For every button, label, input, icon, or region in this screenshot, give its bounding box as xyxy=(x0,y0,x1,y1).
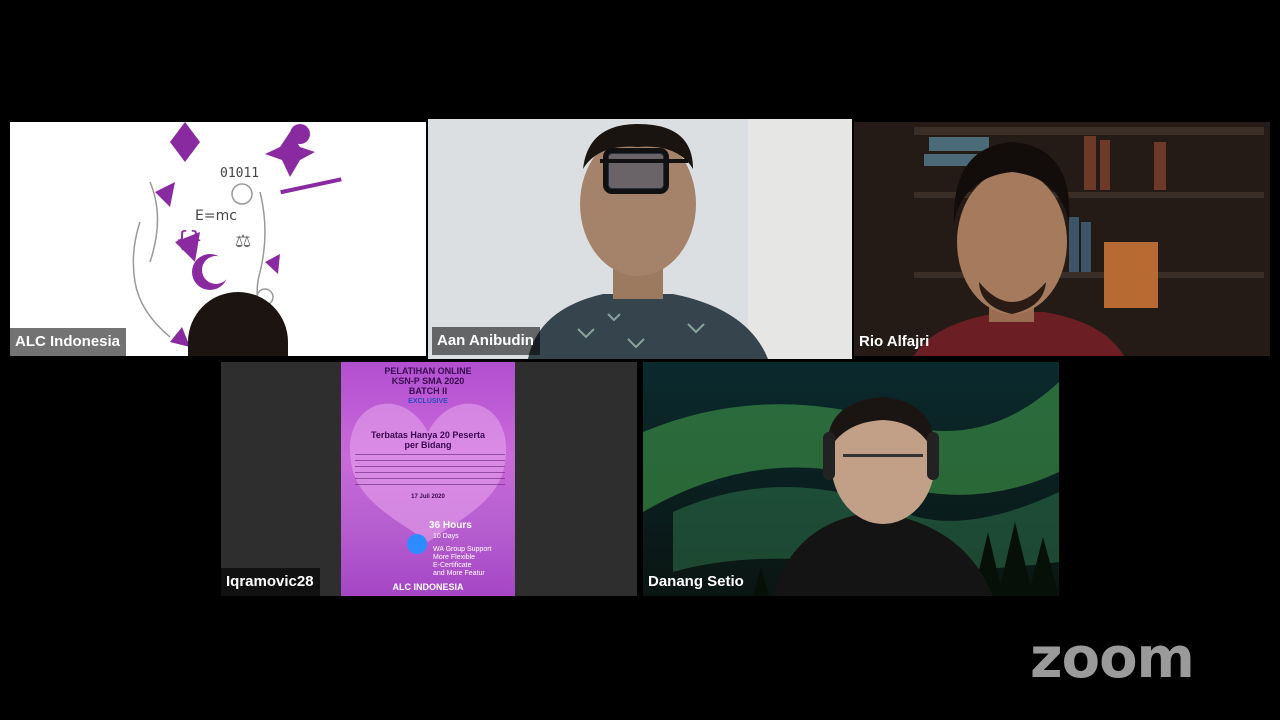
video-tile-aan-anibudin[interactable]: Aan Anibudin xyxy=(428,119,852,359)
poster-heart-shape xyxy=(349,403,507,542)
poster-feature-1: WA Group Support xyxy=(433,546,492,553)
poster-feature-3: E-Certificate xyxy=(433,562,472,569)
video-tile-alc-indonesia[interactable]: 01011 E=mc {} ⚖ ALC Indonesia xyxy=(10,122,426,356)
poster-title-2: KSN-P SMA 2020 xyxy=(391,376,465,386)
zoom-app-icon xyxy=(407,534,427,554)
poster-subtitle-2: per Bidang xyxy=(404,440,452,450)
participant-name-label: Rio Alfajri xyxy=(859,333,930,350)
svg-text:{}: {} xyxy=(175,228,203,253)
poster-hours: 36 Hours xyxy=(429,520,472,531)
poster-footer: ALC INDONESIA xyxy=(392,582,464,592)
zoom-logo: zoom xyxy=(1030,626,1195,691)
svg-text:⚖: ⚖ xyxy=(235,231,251,252)
participant-name-label: Iqramovic28 xyxy=(221,568,320,596)
exclusive-badge: EXCLUSIVE xyxy=(408,398,448,405)
aurora-background-feed xyxy=(643,362,1059,596)
poster-feature-2: More Flexible xyxy=(433,554,476,561)
svg-text:E=mc: E=mc xyxy=(195,208,237,224)
participant-video-feed xyxy=(428,119,852,359)
video-tile-danang-setio[interactable]: Danang Setio xyxy=(643,362,1059,596)
poster-title: PELATIHAN ONLINE xyxy=(384,366,472,376)
video-tile-iqramovic28[interactable]: PELATIHAN ONLINE KSN-P SMA 2020 BATCH II… xyxy=(221,362,637,596)
poster-subtitle: Terbatas Hanya 20 Peserta xyxy=(371,430,485,440)
participant-video-feed xyxy=(854,122,1270,356)
participant-name-label: Danang Setio xyxy=(648,573,744,590)
video-tile-rio-alfajri[interactable]: Rio Alfajri xyxy=(854,122,1270,356)
participant-name-label: Aan Anibudin xyxy=(432,327,540,355)
poster-feature-4: and More Featur xyxy=(433,570,485,577)
participant-name-label: ALC Indonesia xyxy=(10,328,127,356)
poster-days: 10 Days xyxy=(433,533,459,540)
svg-text:01011: 01011 xyxy=(220,166,259,181)
training-poster: PELATIHAN ONLINE KSN-P SMA 2020 BATCH II… xyxy=(341,362,515,596)
poster-date: 17 Juli 2020 xyxy=(411,494,445,500)
poster-details xyxy=(355,454,505,490)
